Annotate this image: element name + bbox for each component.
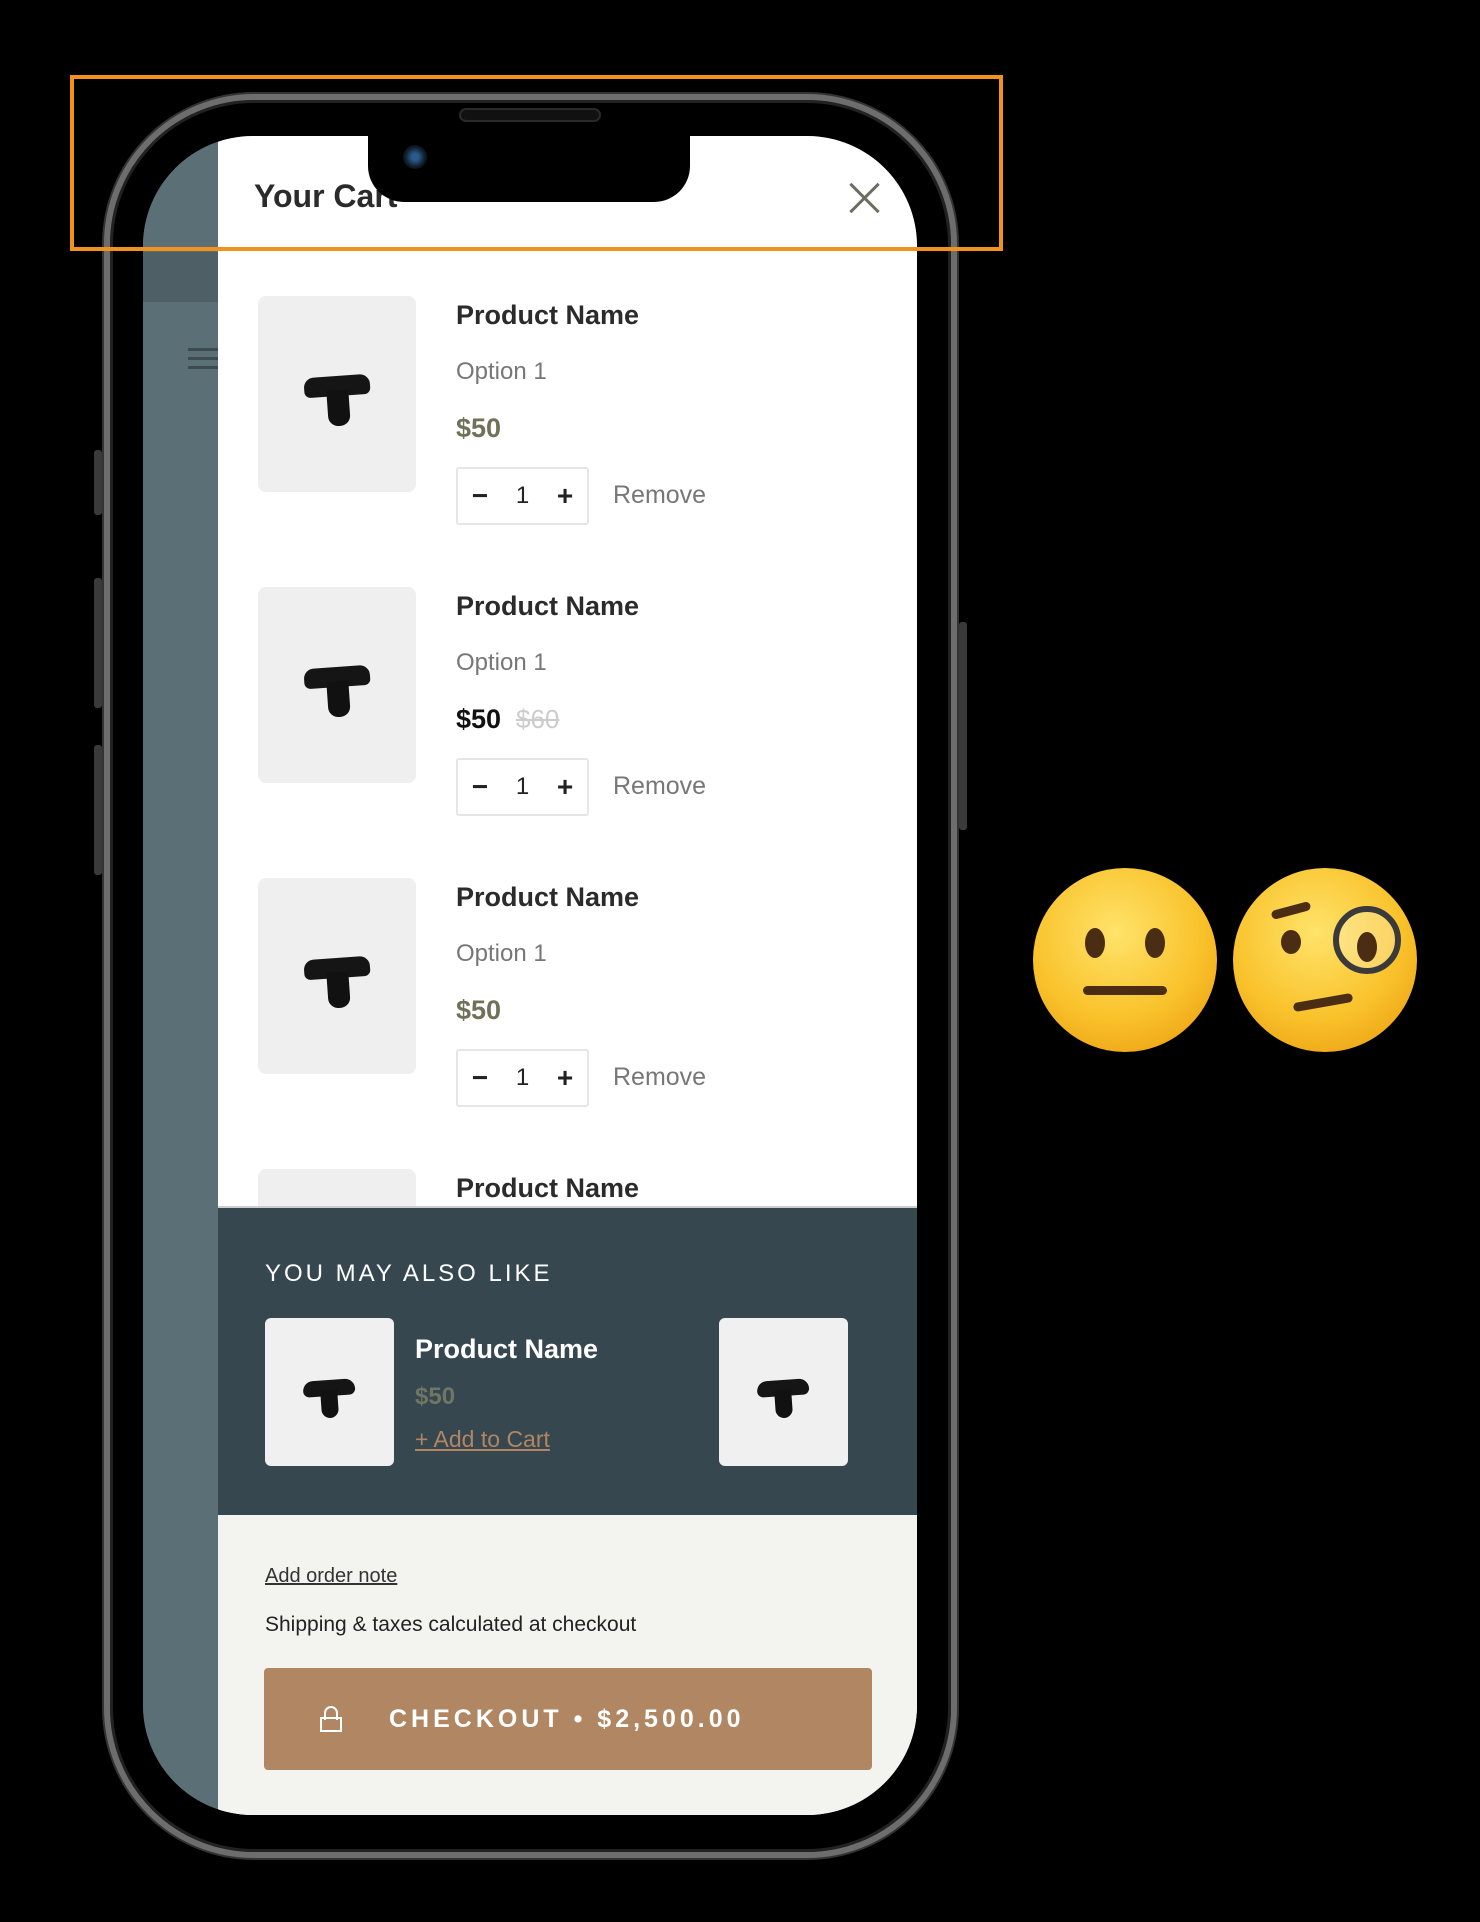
phone-volume-up: [94, 578, 102, 708]
product-price: $50: [456, 704, 502, 734]
product-image[interactable]: [258, 587, 416, 783]
recommendation-image[interactable]: [265, 1318, 394, 1466]
remove-button[interactable]: Remove: [613, 772, 706, 801]
background-menu-icon: [188, 348, 218, 351]
cart-drawer: Your Cart Product Name Option 1 $50 − 1 …: [218, 136, 917, 1815]
quantity-value[interactable]: 1: [516, 1064, 529, 1092]
cart-item: Product Name: [258, 1169, 888, 1206]
product-option: Option 1: [456, 940, 547, 967]
phone-power-button: [959, 622, 967, 830]
background-page: [143, 136, 218, 1815]
plus-icon[interactable]: +: [557, 1062, 573, 1094]
cart-footer: Add order note Shipping & taxes calculat…: [218, 1515, 917, 1815]
product-image[interactable]: [258, 878, 416, 1074]
product-image[interactable]: [258, 296, 416, 492]
minus-icon[interactable]: −: [472, 771, 488, 803]
shipping-note: Shipping & taxes calculated at checkout: [265, 1613, 637, 1636]
product-option: Option 1: [456, 358, 547, 385]
product-option: Option 1: [456, 649, 547, 676]
knob-image: [756, 1378, 810, 1398]
face-with-monocle-emoji: [1233, 868, 1417, 1052]
phone-screen: Your Cart Product Name Option 1 $50 − 1 …: [143, 136, 917, 1815]
minus-icon[interactable]: −: [472, 480, 488, 512]
quantity-value[interactable]: 1: [516, 482, 529, 510]
product-name[interactable]: Product Name: [456, 1173, 639, 1204]
recommendation-price: $50: [415, 1383, 456, 1410]
highlight-box: [70, 75, 1003, 251]
recommendation-image[interactable]: [719, 1318, 848, 1466]
plus-icon[interactable]: +: [557, 771, 573, 803]
knob-image: [303, 664, 371, 690]
quantity-value[interactable]: 1: [516, 773, 529, 801]
knob-image: [302, 1378, 356, 1398]
phone-volume-down: [94, 745, 102, 875]
compare-price: $60: [516, 704, 560, 734]
add-to-cart-link[interactable]: + Add to Cart: [415, 1426, 550, 1453]
checkout-label: CHECKOUT • $2,500.00: [389, 1704, 745, 1733]
quantity-stepper: − 1 +: [456, 1049, 589, 1107]
quantity-stepper: − 1 +: [456, 467, 589, 525]
product-name[interactable]: Product Name: [456, 591, 639, 622]
product-name[interactable]: Product Name: [456, 300, 639, 331]
knob-image: [303, 373, 371, 399]
remove-button[interactable]: Remove: [613, 481, 706, 510]
recommendations-heading: YOU MAY ALSO LIKE: [265, 1260, 553, 1287]
minus-icon[interactable]: −: [472, 1062, 488, 1094]
product-name[interactable]: Product Name: [456, 882, 639, 913]
lock-icon: [320, 1706, 342, 1732]
recommendations: YOU MAY ALSO LIKE Product Name $50 + Add…: [218, 1206, 917, 1515]
background-header: [143, 252, 218, 302]
cart-item: Product Name Option 1 $50 − 1 + Remove: [258, 296, 888, 546]
phone-mute-switch: [94, 450, 102, 515]
product-image[interactable]: [258, 1169, 416, 1206]
recommendation-name[interactable]: Product Name: [415, 1334, 598, 1365]
cart-item: Product Name Option 1 $50 − 1 + Remove: [258, 878, 888, 1128]
add-order-note-link[interactable]: Add order note: [265, 1565, 397, 1588]
cart-item: Product Name Option 1 $50 $60 − 1 + Remo…: [258, 587, 888, 837]
knob-image: [303, 955, 371, 981]
product-price: $50: [456, 413, 502, 443]
quantity-stepper: − 1 +: [456, 758, 589, 816]
neutral-face-emoji: [1033, 868, 1217, 1052]
checkout-button[interactable]: CHECKOUT • $2,500.00: [264, 1668, 872, 1770]
plus-icon[interactable]: +: [557, 480, 573, 512]
product-price: $50: [456, 995, 502, 1025]
remove-button[interactable]: Remove: [613, 1063, 706, 1092]
